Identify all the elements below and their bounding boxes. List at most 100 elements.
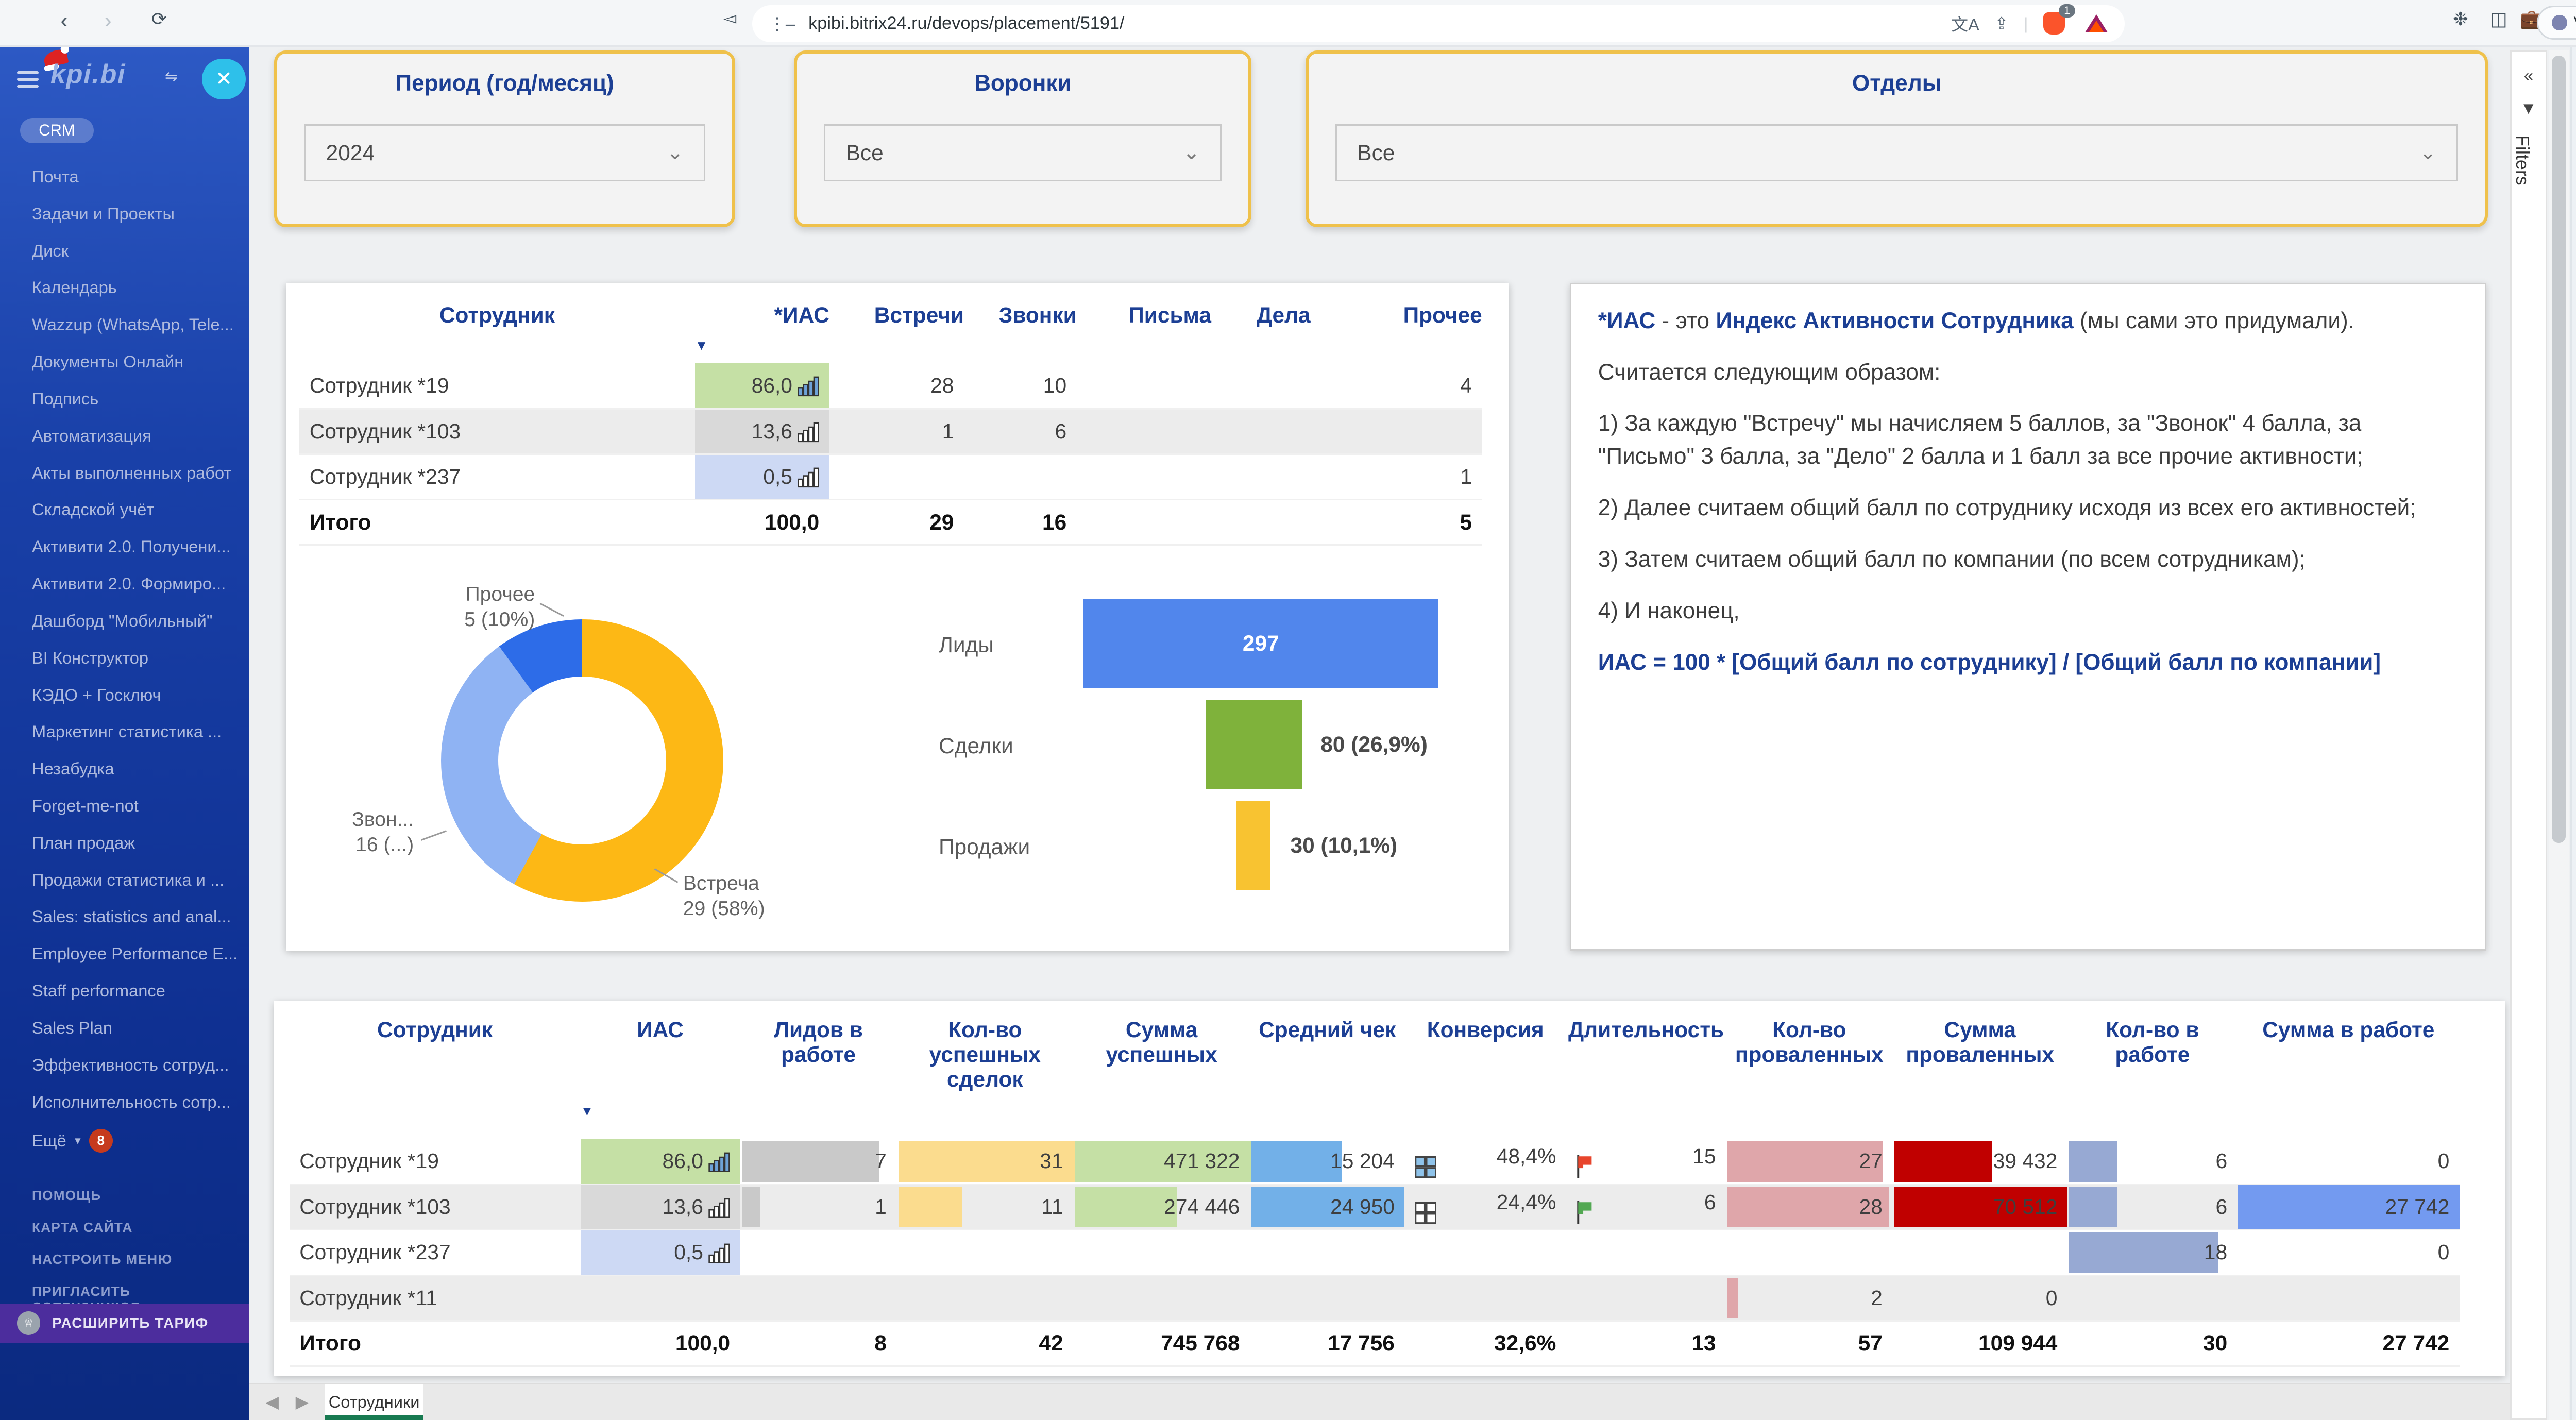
col-header[interactable]: Дела [1211,290,1311,364]
crm-badge[interactable]: CRM [20,118,93,143]
sidebar-item-tasks[interactable]: Задачи и Проекты [0,195,249,232]
sidebar-close-button[interactable]: ✕ [202,59,246,99]
table-row[interactable]: Сотрудник *237 0,5 1 [299,454,1482,500]
sidebar-item-docs[interactable]: Документы Онлайн [0,343,249,380]
funnel-label-lidy: Лиды [939,633,994,657]
col-header[interactable]: Сумма успешных [1073,1004,1250,1139]
table-row[interactable]: Сотрудник *19 86,0 7 31 471 322 15 204 4… [290,1139,2460,1185]
col-header[interactable]: Прочее [1311,290,1482,364]
sidebar-item-aktiviti-2[interactable]: Активити 2.0. Формиро... [0,565,249,602]
sidebar-item-disk[interactable]: Диск [0,232,249,269]
sidebar-item-sales-statistics[interactable]: Sales: statistics and anal... [0,898,249,935]
tab-prev-icon[interactable]: ◀ [266,1392,279,1412]
col-header[interactable]: Встречи [829,290,964,364]
sidebar-item-effectivnost[interactable]: Эффективность сотруд... [0,1046,249,1084]
col-header[interactable]: Сотрудник [299,290,694,364]
sidebar-item-automation[interactable]: Автоматизация [0,417,249,454]
sidebar-item-calendar[interactable]: Календарь [0,269,249,306]
sidebar-link-configure-menu[interactable]: НАСТРОИТЬ МЕНЮ [32,1252,242,1267]
back-icon[interactable]: ‹ [61,8,68,33]
share-icon[interactable]: ⇪ [1994,14,2008,33]
table-row[interactable]: Сотрудник *103 13,6 1 11 274 446 24 950 … [290,1185,2460,1230]
table-row[interactable]: Сотрудник *11 2 0 [290,1275,2460,1321]
sidebar-item-nezabudka[interactable]: Незабудка [0,750,249,787]
col-header[interactable]: Конверсия [1404,1004,1566,1139]
divider: | [2024,14,2028,33]
sidebar-toggle-icon[interactable]: ◫ [2490,8,2507,30]
col-header[interactable]: Сотрудник [290,1004,581,1139]
col-header[interactable]: Кол-во в работе [2067,1004,2238,1139]
data-bar [2069,1232,2218,1273]
sidebar-item-sales-plan-ru[interactable]: План продаж [0,824,249,861]
site-settings-icon[interactable]: ⋮– [769,14,795,33]
table-total-row: Итого 100,0 29 16 5 [299,500,1482,545]
sidebar-item-dashboard-mobile[interactable]: Дашборд "Мобильный" [0,602,249,639]
mini-bars-icon [798,375,819,396]
vpn-button[interactable]: VPN [2537,6,2576,39]
col-header[interactable]: Длительность [1566,1004,1726,1139]
col-header-sorted[interactable]: ИАС▼ [581,1004,740,1139]
brave-shield-icon[interactable]: 1 [2043,12,2065,34]
col-header[interactable]: Средний чек [1250,1004,1404,1139]
url-bar[interactable]: ⋮– kpibi.bitrix24.ru/devops/placement/51… [752,5,2125,42]
sidebar-more-button[interactable]: Ещё ▾ 8 [32,1129,113,1153]
reload-icon[interactable]: ⟳ [151,8,167,30]
table-row[interactable]: Сотрудник *19 86,0 28 10 4 [299,363,1482,409]
sidebar-item-pochta[interactable]: Почта [0,158,249,195]
bookmark-icon[interactable]: ◅ [723,8,736,28]
sidebar-item-bi-constructor[interactable]: BI Конструктор [0,639,249,677]
right-toolbar: ?13 ⟳ 1 ⇄ MM1 3 1 AC1 EB1 KO MA TB [2570,47,2576,1419]
sidebar-link-sitemap[interactable]: КАРТА САЙТА [32,1220,242,1236]
sidebar-item-forget-me-not[interactable]: Forget-me-not [0,787,249,824]
sidebar-link-help[interactable]: ПОМОЩЬ [32,1188,242,1204]
sidebar-item-ispolnitelnost[interactable]: Исполнительность сотр... [0,1084,249,1121]
departments-dropdown[interactable]: Все⌄ [1335,124,2458,181]
col-header[interactable]: Кол-во успешных сделок [896,1004,1073,1139]
sidebar-item-staff-performance[interactable]: Staff performance [0,972,249,1009]
sidebar-menu-icon[interactable] [17,67,39,92]
extensions-puzzle-icon[interactable]: ❉ [2453,8,2468,30]
translate-icon[interactable]: 文A [1951,11,1979,36]
activity-donut-chart[interactable] [441,619,724,902]
sidebar-item-kedo[interactable]: КЭДО + Госключ [0,677,249,714]
table-row[interactable]: Сотрудник *237 0,5 18 0 [290,1230,2460,1275]
funnel-bar-lidy[interactable]: 297 [1083,599,1438,688]
sidebar-item-aktiviti-1[interactable]: Активити 2.0. Получени... [0,528,249,565]
funnels-dropdown[interactable]: Все⌄ [824,124,1222,181]
col-header-sorted[interactable]: *ИАС▼ [695,290,829,364]
sidebar-item-sales-plan-en[interactable]: Sales Plan [0,1009,249,1046]
funnel-bar-prodazhi[interactable] [1236,801,1270,890]
red-flag-icon [1577,1155,1594,1178]
url-text[interactable]: kpibi.bitrix24.ru/devops/placement/5191/ [808,13,1936,33]
sidebar-item-wazzup[interactable]: Wazzup (WhatsApp, Tele... [0,306,249,343]
col-header[interactable]: Сумма в работе [2238,1004,2460,1139]
col-header[interactable]: Письма [1077,290,1211,364]
funnel-bar-sdelki[interactable] [1206,700,1302,789]
col-header[interactable]: Звонки [964,290,1077,364]
col-header[interactable]: Сумма проваленных [1892,1004,2067,1139]
bat-rewards-icon[interactable] [2085,14,2108,32]
sidebar-item-podpis[interactable]: Подпись [0,380,249,417]
sidebar-item-sklad[interactable]: Складской учёт [0,491,249,528]
page-scrollbar[interactable] [2549,50,2569,1420]
forward-icon[interactable]: › [104,8,111,33]
tab-next-icon[interactable]: ▶ [296,1392,309,1412]
filter-funnel-icon[interactable]: ▼︎ [2512,98,2546,118]
tab-sotrudniki[interactable]: Сотрудники [325,1384,422,1420]
sidebar-item-akty[interactable]: Акты выполненных работ [0,454,249,492]
col-header[interactable]: Лидов в работе [740,1004,897,1139]
period-dropdown[interactable]: 2024⌄ [304,124,705,181]
crown-icon: ♕ [17,1311,41,1335]
sidebar-item-employee-performance[interactable]: Employee Performance E... [0,935,249,972]
table-row[interactable]: Сотрудник *103 13,6 1 6 [299,409,1482,454]
sidebar-item-prodazhi-stat[interactable]: Продажи статистика и ... [0,861,249,899]
col-header[interactable]: Кол-во проваленных [1726,1004,1892,1139]
sidebar-settings-icon[interactable]: ⇋ [165,67,178,86]
sidebar-item-marketing[interactable]: Маркетинг статистика ... [0,713,249,750]
data-bar [742,1187,760,1228]
collapse-icon[interactable]: « [2512,65,2546,85]
upgrade-tariff-button[interactable]: ♕ РАСШИРИТЬ ТАРИФ [0,1304,249,1343]
filter-card-period: Период (год/месяц) 2024⌄ [274,50,735,227]
scrollbar-thumb[interactable] [2552,56,2565,843]
donut-label-prochee: Прочее 5 (10%) [387,582,535,633]
